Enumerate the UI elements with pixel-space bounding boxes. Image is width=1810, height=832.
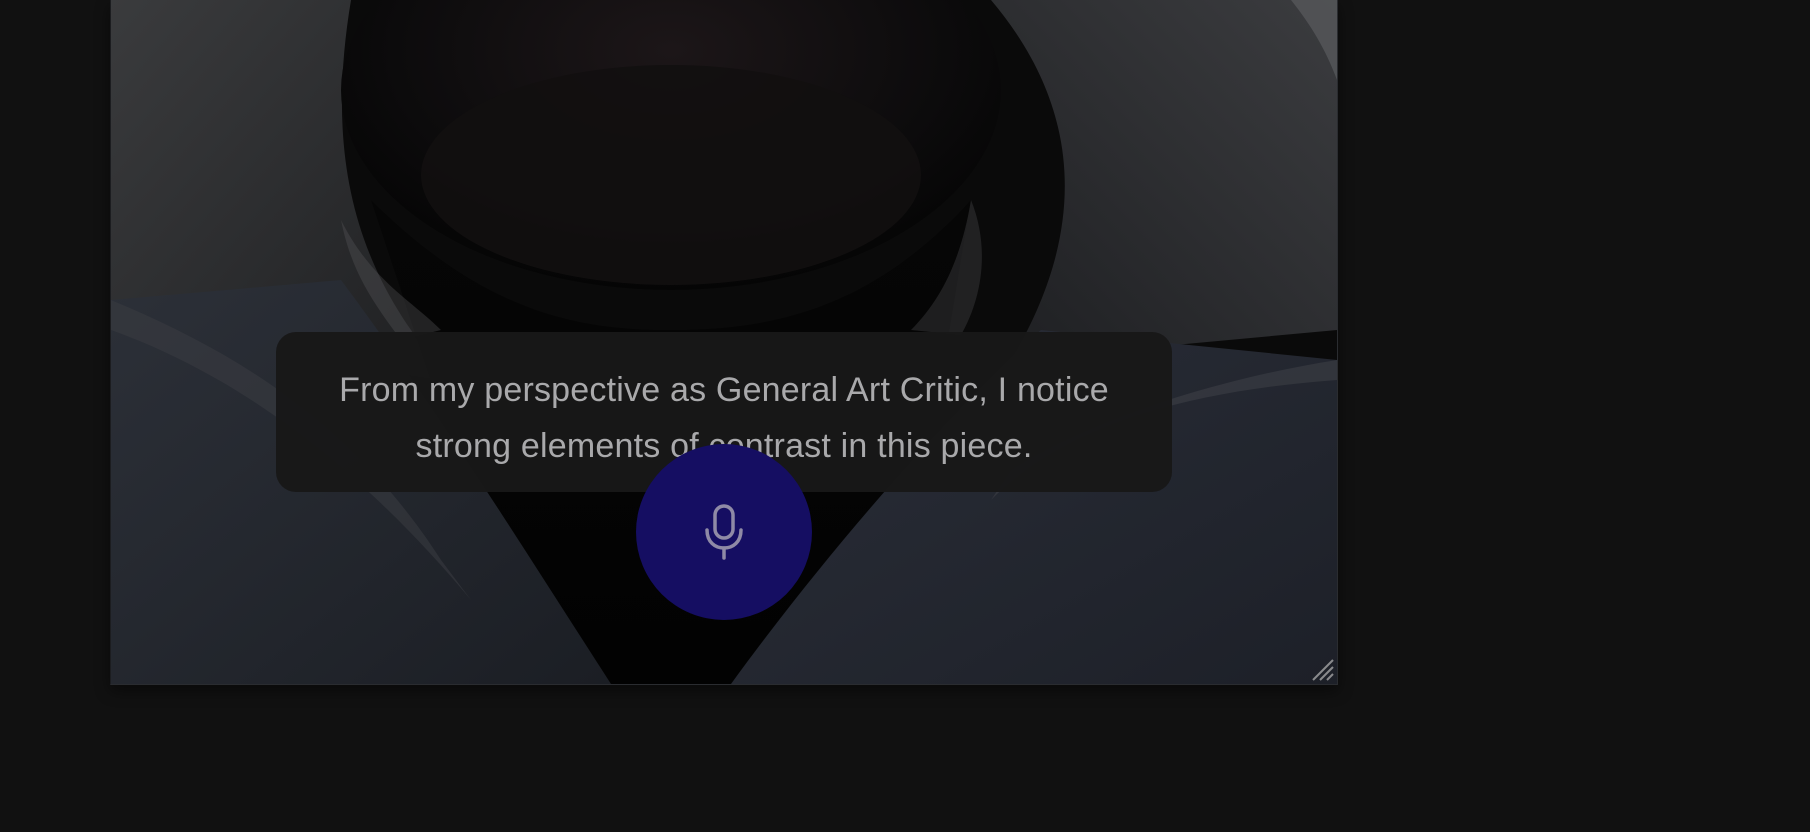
resize-handle-icon[interactable]	[1309, 656, 1335, 682]
microphone-icon	[705, 504, 743, 560]
page: From my perspective as General Art Criti…	[0, 0, 1810, 832]
microphone-button[interactable]	[636, 444, 812, 620]
